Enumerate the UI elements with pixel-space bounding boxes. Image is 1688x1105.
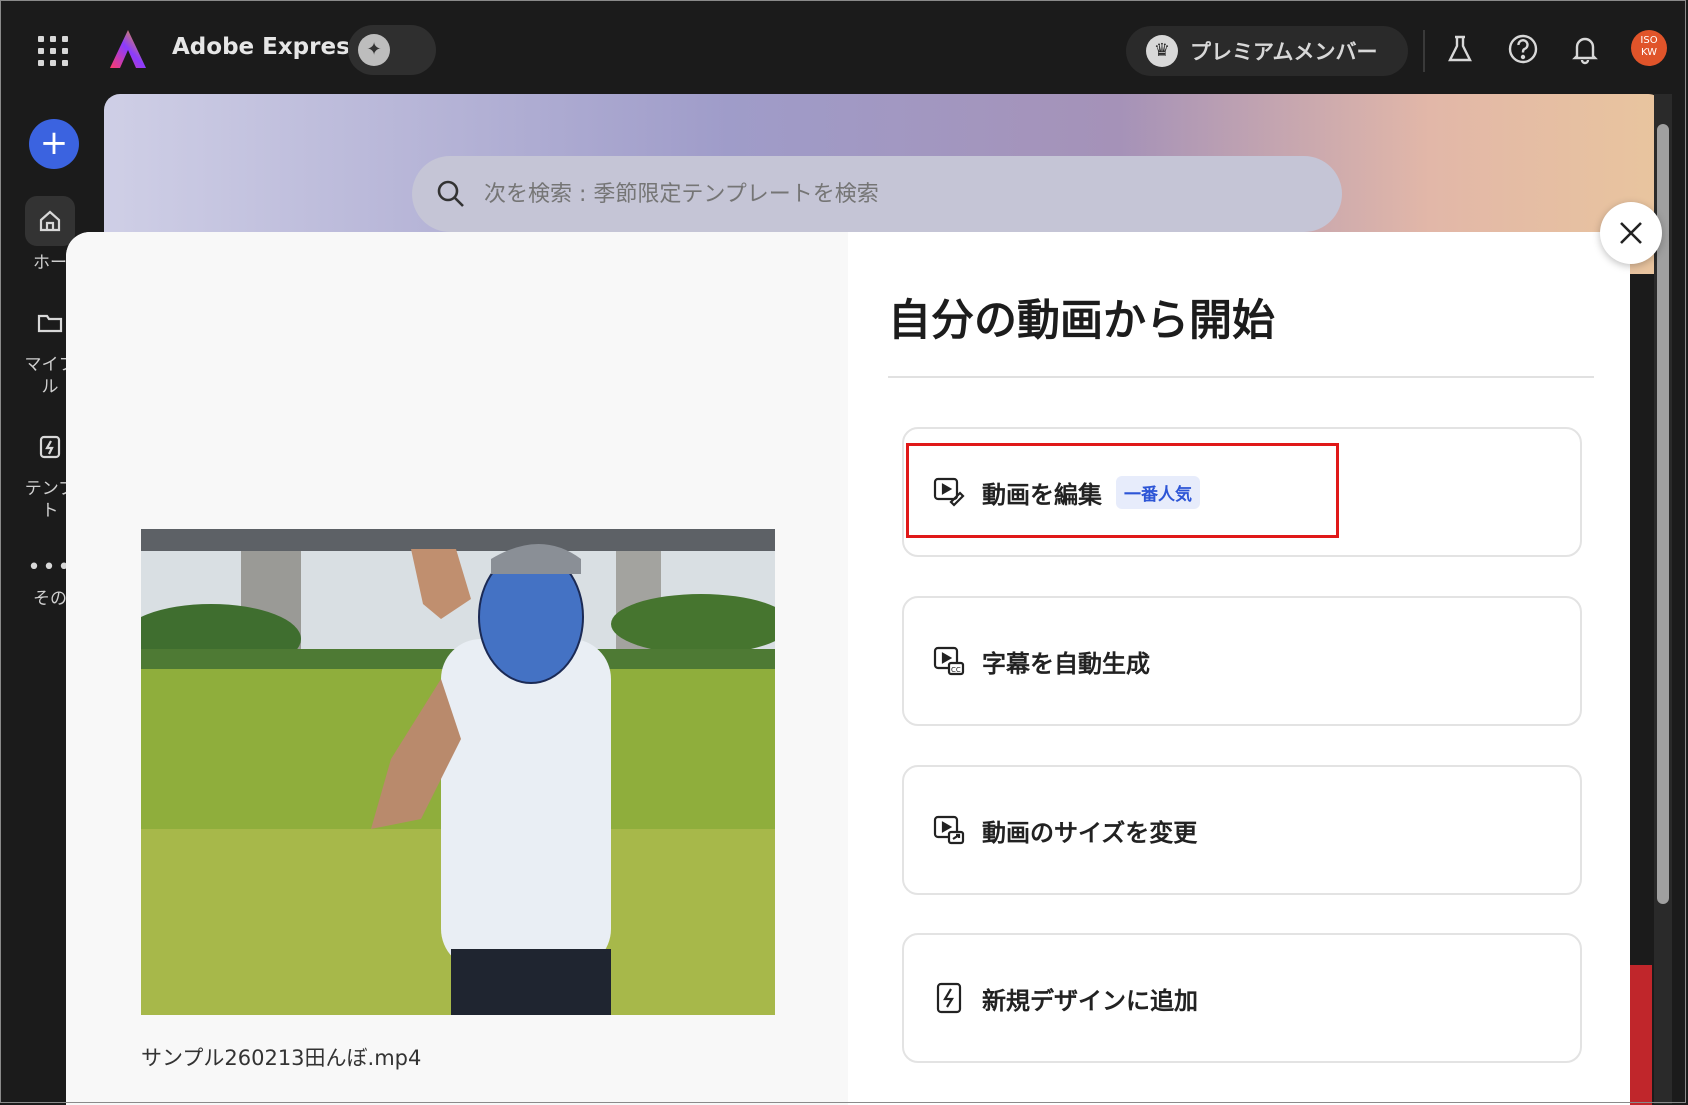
screenshot-frame (0, 0, 1686, 1103)
